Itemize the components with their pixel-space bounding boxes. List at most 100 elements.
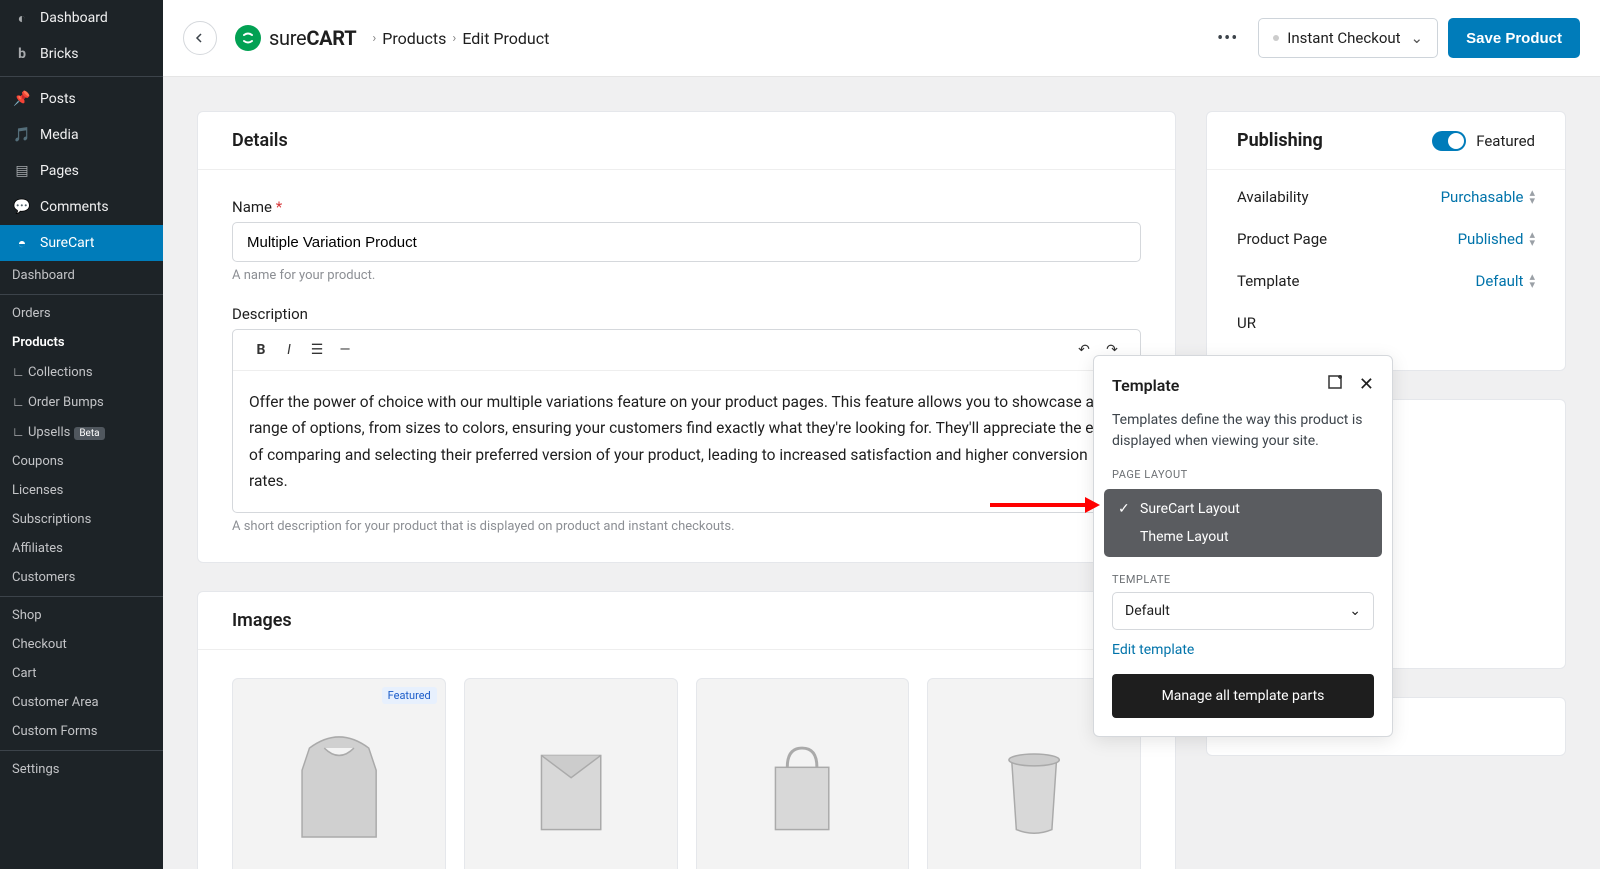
list-button[interactable]: ☰ [303, 338, 331, 362]
hoodie-icon [265, 711, 413, 859]
meta-availability[interactable]: Availability Purchasable▴▾ [1237, 176, 1535, 218]
comment-icon: 💬 [12, 197, 32, 217]
template-value: Default [1125, 603, 1170, 619]
breadcrumb-sep: › [372, 31, 376, 46]
page-layout-label: PAGE LAYOUT [1094, 460, 1392, 485]
sub-checkout[interactable]: Checkout [0, 630, 163, 659]
layout-option-surecart[interactable]: ✓SureCart Layout [1104, 495, 1382, 523]
images-card: Images Featured [197, 591, 1176, 869]
sidebar-label: Posts [40, 91, 76, 107]
annotation-arrow [990, 493, 1100, 517]
meta-url[interactable]: UR [1237, 302, 1535, 344]
meta-product-page[interactable]: Product Page Published▴▾ [1237, 218, 1535, 260]
sidebar-label: SureCart [40, 235, 94, 251]
sort-icon: ▴▾ [1529, 273, 1535, 289]
rich-editor: B I ☰ — ↶ ↷ Offer the power of choice wi… [232, 329, 1141, 513]
sub-settings[interactable]: Settings [0, 755, 163, 784]
popover-desc: Templates define the way this product is… [1094, 400, 1392, 460]
card-title: Publishing [1237, 130, 1323, 151]
admin-sidebar: ◐Dashboard bBricks 📌Posts 🎵Media ▤Pages … [0, 0, 163, 869]
sidebar-pages[interactable]: ▤ Pages [0, 153, 163, 189]
sub-affiliates[interactable]: Affiliates [0, 534, 163, 563]
close-icon[interactable]: ✕ [1359, 374, 1374, 396]
envelope-icon [497, 711, 645, 859]
instant-checkout-button[interactable]: Instant Checkout ⌄ [1258, 18, 1438, 58]
chevron-down-icon: ⌄ [1411, 29, 1424, 47]
breadcrumb-edit: Edit Product [462, 29, 549, 48]
product-image[interactable] [464, 678, 678, 869]
sub-shop[interactable]: Shop [0, 601, 163, 630]
desc-help: A short description for your product tha… [232, 519, 1141, 534]
manage-template-parts-button[interactable]: Manage all template parts [1112, 674, 1374, 718]
product-image[interactable]: Featured [232, 678, 446, 869]
pin-icon: 📌 [12, 89, 32, 109]
breadcrumb-products[interactable]: Products [382, 29, 446, 48]
bag-icon [728, 711, 876, 859]
page-icon: ▤ [12, 161, 32, 181]
sidebar-label: Pages [40, 163, 79, 179]
more-icon[interactable]: ••• [1217, 28, 1238, 49]
name-input[interactable] [232, 222, 1141, 262]
product-image[interactable] [696, 678, 910, 869]
sidebar-dashboard[interactable]: ◐ Dashboard [0, 0, 163, 36]
sub-customers[interactable]: Customers [0, 563, 163, 592]
gauge-icon: ◐ [12, 8, 32, 28]
media-icon: 🎵 [12, 125, 32, 145]
featured-badge: Featured [382, 687, 437, 704]
page-layout-dropdown: ✓SureCart Layout ✓Theme Layout [1104, 489, 1382, 557]
name-label: Name * [232, 198, 1141, 216]
sidebar-media[interactable]: 🎵Media [0, 117, 163, 153]
rte-toolbar: B I ☰ — ↶ ↷ [233, 330, 1140, 371]
desc-label: Description [232, 305, 1141, 323]
sub-customer-area[interactable]: Customer Area [0, 688, 163, 717]
edit-template-link[interactable]: Edit template [1094, 638, 1392, 674]
sub-order-bumps[interactable]: ∟ Order Bumps [0, 387, 163, 417]
sub-dashboard[interactable]: Dashboard [0, 261, 163, 290]
card-title: Details [198, 112, 1175, 170]
sub-products[interactable]: Products [0, 328, 163, 357]
add-template-icon[interactable] [1327, 374, 1345, 396]
save-button[interactable]: Save Product [1448, 18, 1580, 58]
sidebar-label: Comments [40, 199, 109, 215]
hr-button[interactable]: — [331, 338, 359, 362]
sub-orders[interactable]: Orders [0, 299, 163, 328]
sidebar-label: Dashboard [40, 10, 108, 26]
sub-coupons[interactable]: Coupons [0, 447, 163, 476]
name-help: A name for your product. [232, 268, 1141, 283]
italic-button[interactable]: I [275, 338, 303, 362]
sub-collections[interactable]: ∟ Collections [0, 357, 163, 387]
sub-subscriptions[interactable]: Subscriptions [0, 505, 163, 534]
arrow-left-icon [194, 32, 206, 44]
sub-licenses[interactable]: Licenses [0, 476, 163, 505]
sub-upsells[interactable]: ∟ UpsellsBeta [0, 417, 163, 447]
sidebar-posts[interactable]: 📌 Posts [0, 81, 163, 117]
bold-button[interactable]: B [247, 338, 275, 362]
breadcrumb-sep: › [452, 31, 456, 46]
instant-label: Instant Checkout [1287, 29, 1400, 47]
status-dot [1273, 35, 1279, 41]
sidebar-comments[interactable]: 💬 Comments [0, 189, 163, 225]
meta-template[interactable]: Template Default▴▾ [1237, 260, 1535, 302]
sub-cart[interactable]: Cart [0, 659, 163, 688]
popover-title: Template [1112, 376, 1179, 395]
back-button[interactable] [183, 21, 217, 55]
sidebar-label: Bricks [40, 46, 79, 62]
brand-text: sureCART [269, 26, 356, 50]
brand-logo [235, 25, 261, 51]
chevron-down-icon: ⌄ [1349, 603, 1361, 619]
publishing-card: Publishing Featured Availability Purchas… [1206, 111, 1566, 371]
featured-label: Featured [1476, 132, 1535, 150]
sort-icon: ▴▾ [1529, 189, 1535, 205]
bricks-icon: b [12, 44, 32, 64]
card-title: Images [198, 592, 1175, 650]
template-group-label: TEMPLATE [1094, 565, 1392, 590]
layout-option-theme[interactable]: ✓Theme Layout [1104, 523, 1382, 551]
desc-input[interactable]: Offer the power of choice with our multi… [233, 371, 1140, 512]
surecart-logo-icon [240, 30, 256, 46]
sidebar-surecart[interactable]: ◓SureCart [0, 225, 163, 261]
featured-toggle[interactable] [1432, 131, 1466, 151]
template-popover: Template ✕ Templates define the way this… [1093, 355, 1393, 737]
sidebar-bricks[interactable]: b Bricks [0, 36, 163, 72]
sub-custom-forms[interactable]: Custom Forms [0, 717, 163, 746]
template-select[interactable]: Default ⌄ [1112, 592, 1374, 630]
